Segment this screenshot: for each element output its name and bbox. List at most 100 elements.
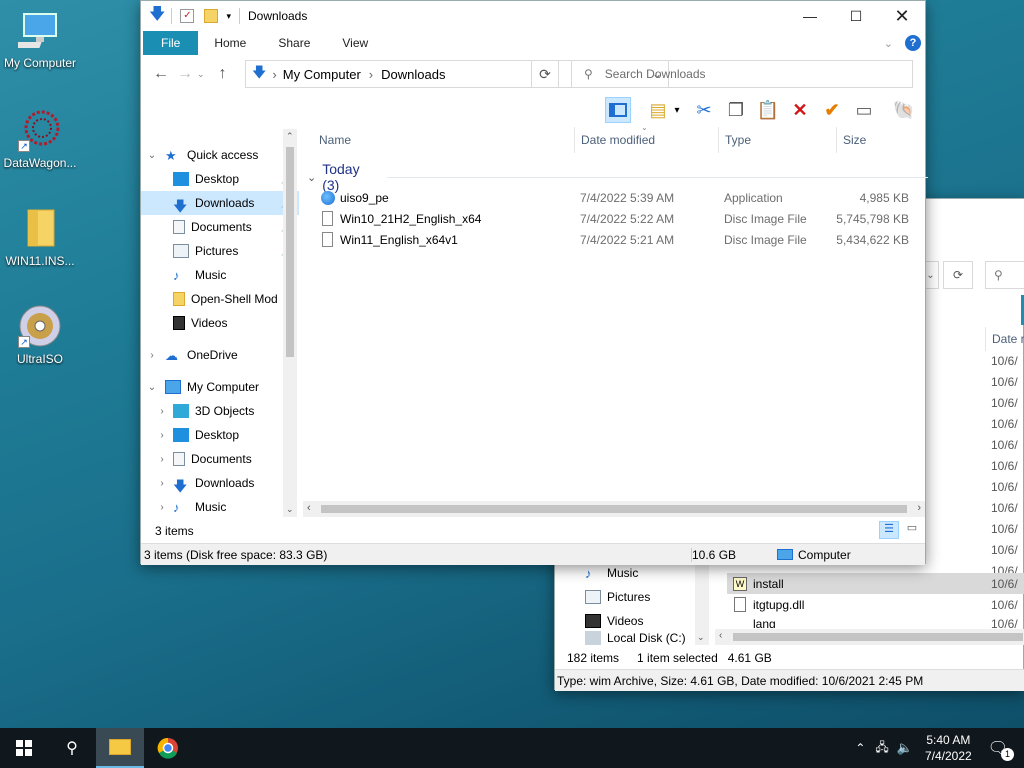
table-row-selected[interactable]: W install 10/6/ [727,573,1024,594]
detail-text: Type: wim Archive, Size: 4.61 GB, Date m… [557,673,924,688]
tab-share[interactable]: Share [262,31,326,55]
sidebar-item-pc-documents[interactable]: › Documents [155,447,252,471]
search-button[interactable]: ⚲ [48,728,96,768]
sidebar-item-pictures[interactable]: Pictures📌 [173,239,299,263]
sidebar-item-3d-objects[interactable]: › 3D Objects [155,399,254,423]
close-button[interactable]: ✕ [879,1,925,31]
tab-file[interactable]: File [143,31,199,55]
quick-access-down-arrow-icon[interactable]: 🡇 [149,3,165,30]
column-header-type[interactable]: Type [719,127,837,153]
chevron-right-icon[interactable]: › [155,502,169,513]
cut-icon[interactable]: ✂ [691,97,717,123]
minimize-button[interactable]: — [787,1,833,31]
desktop-icon-win11-folder[interactable]: WIN11.INS... [0,206,80,268]
shell-icon[interactable]: 🐚 [891,97,917,123]
star-icon: ★ [165,148,177,163]
preview-pane-button[interactable] [605,97,631,123]
breadcrumb-my-computer[interactable]: My Computer [283,67,361,82]
disc-image-icon [322,232,333,247]
sidebar-item-pc-music[interactable]: › ♪ Music [155,495,226,517]
title-bar[interactable]: 🡇 ✓ ▾ Downloads — ☐ ✕ [141,1,925,31]
column-header-size[interactable]: Size [837,127,917,153]
new-folder-icon[interactable] [204,9,219,23]
back-arrow-icon[interactable]: ← [149,65,173,83]
back-nav-item-local-disk[interactable]: Local Disk (C:) [585,631,686,645]
desktop-icon-ultraiso[interactable]: ↗ UltraISO [0,304,80,366]
nav-quick-access[interactable]: ⌄ ★ Quick access [145,143,259,167]
nav-scrollbar[interactable]: ⌃ ⌄ [283,129,297,517]
cube-icon [173,404,189,418]
refresh-button[interactable]: ⟳ [943,261,973,289]
sidebar-item-pc-downloads[interactable]: › 🡇 Downloads [155,471,254,495]
delete-icon[interactable]: ✕ [787,97,813,123]
chevron-down-icon[interactable]: ⌄ [145,150,159,161]
desktop-icon-datawagon[interactable]: ↗ DataWagon... [0,108,80,170]
sidebar-item-music[interactable]: ♪ Music [173,263,226,287]
table-row[interactable]: itgtupg.dll 10/6/ [727,594,1024,615]
file-explorer-taskbar-button[interactable] [96,728,144,768]
chevron-right-icon[interactable]: › [155,454,169,465]
sidebar-item-documents[interactable]: Documents📌 [173,215,299,239]
table-row[interactable]: Win11_English_x64v1 7/4/2022 5:21 AM Dis… [313,229,919,250]
desktop-icon-my-computer[interactable]: My Computer [0,8,80,70]
back-nav-item-videos[interactable]: Videos [585,609,643,633]
search-input[interactable]: ⚲ Search Downloads [571,60,913,88]
downloads-explorer-window[interactable]: 🡇 ✓ ▾ Downloads — ☐ ✕ File Home Share Vi… [140,0,928,565]
date-cell: 10/6/ [991,617,1018,628]
sidebar-item-downloads[interactable]: 🡇Downloads📌 [141,191,299,215]
chrome-taskbar-button[interactable] [144,728,192,768]
status-computer-label: Computer [798,547,851,562]
tab-home[interactable]: Home [198,31,262,55]
expand-ribbon-icon[interactable]: ⌄ [884,37,893,50]
notification-center-button[interactable]: 🗨 1 [988,738,1014,761]
customize-dropdown-icon[interactable]: ▾ [226,11,231,22]
forward-arrow-icon[interactable]: → [173,65,197,83]
chevron-right-icon[interactable]: › [145,350,159,361]
sidebar-item-videos[interactable]: Videos [173,311,227,335]
file-horizontal-scrollbar[interactable]: ‹ › [303,501,925,517]
large-icons-view-button[interactable]: ▭ [903,521,921,539]
table-row[interactable]: lang 10/6/ [727,617,1024,628]
chevron-right-icon[interactable]: › [155,406,169,417]
search-input[interactable]: ⚲ [985,261,1024,289]
paste-icon[interactable]: 📋 [755,97,781,123]
check-icon[interactable]: ✔ [819,97,845,123]
sidebar-item-pc-desktop[interactable]: › Desktop [155,423,239,447]
help-icon[interactable]: ? [905,35,921,51]
up-arrow-icon[interactable]: ↑ [211,65,235,83]
copy-icon[interactable]: ❐ [723,97,749,123]
properties-icon[interactable]: ✓ [180,9,195,23]
column-header-name[interactable]: Name [313,127,575,153]
show-hidden-icons-icon[interactable]: ⌃ [855,741,865,755]
refresh-button[interactable]: ⟳ [531,60,559,88]
nav-my-computer[interactable]: ⌄ My Computer [145,375,259,399]
back-nav-item-pictures[interactable]: Pictures [585,585,650,609]
chevron-right-icon[interactable]: › [155,430,169,441]
documents-icon [173,220,185,234]
chevron-right-icon[interactable]: › [155,478,169,489]
column-header-date[interactable]: Date r [985,327,1024,351]
back-horizontal-scrollbar[interactable]: ‹ [715,629,1024,645]
chevron-down-icon[interactable]: ⌄ [307,171,316,184]
volume-icon[interactable]: 🔈 [897,740,913,756]
table-row[interactable]: uiso9_pe 7/4/2022 5:39 AM Application 4,… [313,187,919,208]
tab-view[interactable]: View [326,31,384,55]
recent-locations-icon[interactable]: ⌄ [197,69,205,80]
clock[interactable]: 5:40 AM 7/4/2022 [925,732,972,764]
desktop-icon-label: UltraISO [16,352,63,366]
sidebar-item-open-shell[interactable]: Open-Shell Mod [173,287,278,311]
view-dropdown-icon[interactable]: ▾ [671,97,683,123]
file-type: Disc Image File [724,232,807,247]
nav-onedrive[interactable]: › ☁ OneDrive [145,343,237,367]
chevron-down-icon[interactable]: ⌄ [145,382,159,393]
details-view-button[interactable]: ☰ [879,521,899,539]
start-button[interactable] [0,728,48,768]
sidebar-item-desktop[interactable]: Desktop📌 [173,167,299,191]
maximize-button[interactable]: ☐ [833,1,879,31]
network-icon[interactable]: 🖧 [875,738,888,759]
breadcrumb-downloads[interactable]: Downloads [381,67,445,82]
command-toolbar: ▤ ▾ ✂ ❐ 📋 ✕ ✔ ▭ 🐚 [141,93,925,125]
table-row[interactable]: Win10_21H2_English_x64 7/4/2022 5:22 AM … [313,208,919,229]
rename-icon[interactable]: ▭ [851,97,877,123]
properties-view-icon[interactable]: ▤ [645,97,671,123]
